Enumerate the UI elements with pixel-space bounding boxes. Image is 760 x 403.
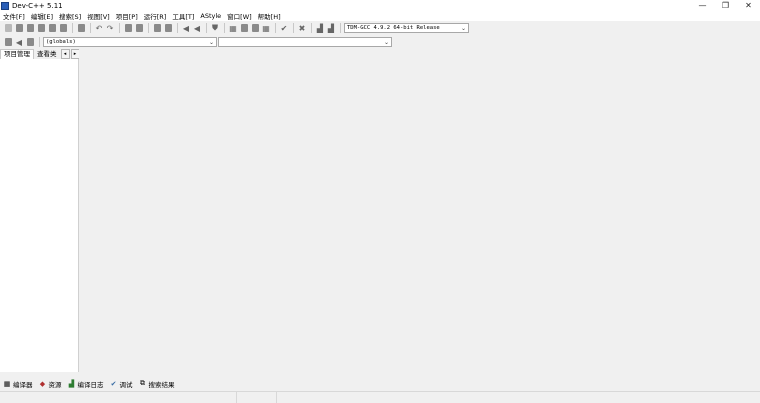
menu-help[interactable]: 帮助[H] [255,11,284,21]
tab-scroll-left-icon[interactable]: ◂ [61,49,70,59]
minimize-button[interactable]: — [691,0,714,11]
status-cell [0,392,237,403]
grid-icon: ▦ [3,380,11,388]
tab-debug[interactable]: ✔ 调试 [110,379,133,389]
class-select[interactable]: (globals) ⌄ [43,37,217,47]
delete-profile-icon[interactable]: ▟ [326,23,336,33]
bar-chart-icon: ▟ [68,380,76,388]
menu-tools[interactable]: 工具[T] [169,11,197,21]
member-select[interactable]: ⌄ [218,37,392,47]
tab-compile-log-label: 编译日志 [78,379,104,389]
replace-icon[interactable] [134,23,144,33]
menu-bar: 文件[F] 编辑[E] 搜索[S] 视图[V] 项目[P] 运行[R] 工具[T… [0,11,760,21]
project-tree-panel[interactable] [0,59,79,372]
compile-run-icon[interactable] [250,23,260,33]
close-file-icon[interactable] [47,23,57,33]
undo-icon[interactable]: ↶ [94,23,104,33]
chevron-down-icon: ⌄ [461,25,466,32]
tab-compile-log[interactable]: ▟ 编译日志 [68,379,104,389]
toolbar-separator [90,23,91,33]
toolbar-separator [275,23,276,33]
chevron-down-icon: ⌄ [384,39,389,46]
stop-execution-icon[interactable]: ✖ [297,23,307,33]
toolbar-separator [39,37,40,47]
tab-compiler[interactable]: ▦ 编译器 [3,379,33,389]
search-results-icon: ⧉ [139,380,147,388]
menu-astyle[interactable]: AStyle [197,12,224,20]
insert-icon[interactable] [3,37,13,47]
redo-icon[interactable]: ↷ [105,23,115,33]
check-icon: ✔ [110,380,118,388]
new-file-icon[interactable] [3,23,13,33]
menu-view[interactable]: 视图[V] [84,11,113,21]
editor-area[interactable] [79,49,760,372]
tab-resources[interactable]: ◆ 资源 [39,379,62,389]
tab-debug-label: 调试 [120,379,133,389]
compiler-select-value: TDM-GCC 4.9.2 64-bit Release [347,25,440,31]
toolbar-separator [311,23,312,33]
toolbar-separator [206,23,207,33]
run-icon[interactable] [239,23,249,33]
tab-compiler-label: 编译器 [13,379,33,389]
syntax-check-icon[interactable]: ✔ [279,23,289,33]
toolbar-separator [293,23,294,33]
compiler-select[interactable]: TDM-GCC 4.9.2 64-bit Release ⌄ [344,23,469,33]
status-cell [237,392,277,403]
status-cell [277,392,760,403]
close-button[interactable]: ✕ [737,0,760,11]
print-icon[interactable] [76,23,86,33]
menu-search[interactable]: 搜索[S] [56,11,84,21]
forward-icon[interactable]: ◀ [192,23,202,33]
class-select-value: (globals) [46,39,76,45]
restore-button[interactable]: ❐ [714,0,737,11]
toolbar-separator [72,23,73,33]
indent-icon[interactable] [163,23,173,33]
project-options-icon[interactable]: ⛊ [210,23,220,33]
menu-run[interactable]: 运行[R] [141,11,170,21]
profile-icon[interactable]: ▟ [315,23,325,33]
menu-window[interactable]: 窗口[W] [224,11,255,21]
toolbar-separator [119,23,120,33]
goto-line-icon[interactable] [152,23,162,33]
window-controls: — ❐ ✕ [691,0,760,11]
toolbar-separator [177,23,178,33]
menu-project[interactable]: 项目[P] [113,11,141,21]
open-file-icon[interactable] [14,23,24,33]
title-bar: Dev-C++ 5.11 — ❐ ✕ [0,0,760,11]
save-all-icon[interactable] [36,23,46,33]
class-toolbar: ◀ (globals) ⌄ ⌄ [0,35,760,49]
menu-edit[interactable]: 编辑[E] [28,11,56,21]
tab-class-browser[interactable]: 查看类 [34,50,60,59]
toolbar-separator [224,23,225,33]
devcpp-app-icon [1,2,9,10]
tab-project-manager[interactable]: 项目管理 [0,49,34,59]
tab-resources-label: 资源 [49,379,62,389]
tab-search-results[interactable]: ⧉ 搜索结果 [139,379,175,389]
back-icon[interactable]: ◀ [181,23,191,33]
toolbar-separator [148,23,149,33]
toolbar-separator [340,23,341,33]
tab-search-results-label: 搜索结果 [149,379,175,389]
toggle-bookmark-icon[interactable]: ◀ [14,37,24,47]
left-pane-tabs: 项目管理 查看类 ◂ ▸ [0,49,80,59]
resources-icon: ◆ [39,380,47,388]
rebuild-all-icon[interactable]: ▦ [261,23,271,33]
save-icon[interactable] [25,23,35,33]
goto-bookmark-icon[interactable] [25,37,35,47]
compile-icon[interactable]: ▦ [228,23,238,33]
close-all-icon[interactable] [58,23,68,33]
main-toolbar: ↶ ↷ ◀ ◀ ⛊ ▦ ▦ ✔ ✖ ▟ ▟ TDM-GCC 4.9.2 64-b… [0,21,760,35]
menu-file[interactable]: 文件[F] [0,11,28,21]
window-title: Dev-C++ 5.11 [12,2,63,10]
chevron-down-icon: ⌄ [209,39,214,46]
bottom-tabs: ▦ 编译器 ◆ 资源 ▟ 编译日志 ✔ 调试 ⧉ 搜索结果 [0,377,760,390]
find-icon[interactable] [123,23,133,33]
status-bar [0,391,760,403]
